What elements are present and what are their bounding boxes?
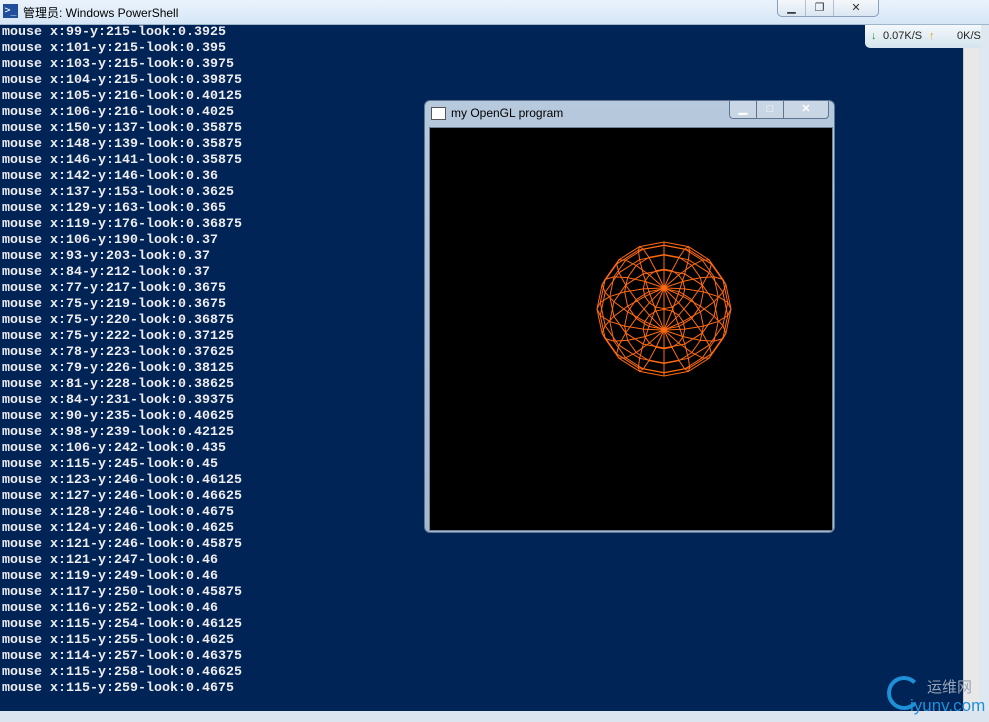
watermark-cn: 运维网	[927, 679, 973, 696]
title-bar: >_ 管理员: Windows PowerShell ▁ ❐ ✕	[0, 0, 989, 25]
minimize-button[interactable]: ▁	[778, 0, 806, 16]
opengl-window-controls: ▁ □ ✕	[729, 101, 829, 119]
watermark-en: iyunv.com	[910, 696, 986, 715]
console-line: mouse x:121-y:247-look:0.46	[2, 553, 218, 568]
download-arrow-icon: ↓	[871, 30, 877, 42]
console-line: mouse x:115-y:254-look:0.46125	[2, 617, 242, 632]
console-line: mouse x:119-y:249-look:0.46	[2, 569, 218, 584]
opengl-canvas[interactable]	[429, 127, 833, 531]
gl-close-button[interactable]: ✕	[784, 101, 828, 118]
console-line: mouse x:115-y:258-look:0.46625	[2, 665, 242, 680]
console-line: mouse x:121-y:246-look:0.45875	[2, 537, 242, 552]
upload-arrow-icon: ↑	[929, 30, 935, 42]
restore-button[interactable]: ❐	[806, 0, 834, 16]
console-line: mouse x:115-y:259-look:0.4675	[2, 681, 234, 696]
window-controls: ▁ ❐ ✕	[777, 0, 879, 17]
console-line: mouse x:116-y:252-look:0.46	[2, 601, 218, 616]
powershell-icon: >_	[3, 4, 18, 18]
watermark-logo: 运维网 iyunv.com	[885, 674, 989, 722]
console-line: mouse x:101-y:215-look:0.395	[2, 41, 226, 56]
wireframe-sphere	[596, 241, 732, 377]
console-line: mouse x:99-y:215-look:0.3925	[2, 25, 226, 40]
console-line: mouse x:114-y:257-look:0.46375	[2, 649, 242, 664]
gl-maximize-button[interactable]: □	[757, 101, 784, 118]
window-title: 管理员: Windows PowerShell	[23, 6, 179, 20]
gl-minimize-button[interactable]: ▁	[730, 101, 757, 118]
vertical-scrollbar[interactable]	[963, 25, 980, 711]
window-border	[979, 25, 989, 722]
console-line: mouse x:115-y:255-look:0.4625	[2, 633, 234, 648]
opengl-window[interactable]: my OpenGL program ▁ □ ✕	[424, 100, 835, 533]
console-line: mouse x:117-y:250-look:0.45875	[2, 585, 242, 600]
download-speed: 0.07K/S	[883, 30, 923, 42]
upload-speed: 0K/S	[957, 30, 981, 42]
close-button[interactable]: ✕	[834, 0, 878, 16]
network-speed-widget: ↓ 0.07K/S ↑ 0K/S	[865, 25, 981, 48]
opengl-window-title: my OpenGL program	[451, 106, 564, 120]
console-line: mouse x:103-y:215-look:0.3975	[2, 57, 234, 72]
console-line: mouse x:104-y:215-look:0.39875	[2, 73, 242, 88]
taskbar-edge	[0, 711, 989, 722]
app-icon	[431, 107, 446, 120]
